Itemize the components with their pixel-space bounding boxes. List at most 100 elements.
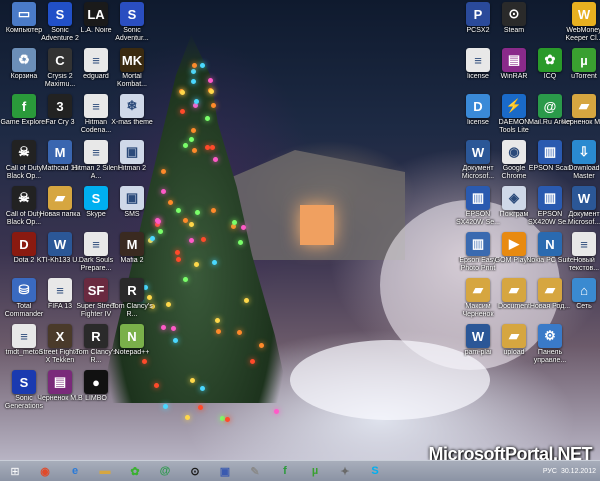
- tree-light: [182, 277, 188, 283]
- epson-photo-icon: ▥: [466, 232, 490, 256]
- tree-light: [215, 329, 221, 335]
- utorrent-icon: µ: [311, 465, 319, 477]
- tree-light: [209, 145, 215, 151]
- mailru-icon: @: [159, 465, 171, 477]
- game-explorer-taskbar[interactable]: f: [272, 463, 298, 479]
- taskbar: ⊞ ◉ e ▬ ✿ @ ⊙ ▣ ✎ f µ ✦ S РУС 30.12.2012: [0, 460, 600, 481]
- keyboard-language[interactable]: РУС: [543, 468, 557, 475]
- shortcut-label: X-mas theme: [111, 119, 153, 126]
- shortcut-label: Новый текстов...: [568, 257, 600, 272]
- document-icon: ≡: [84, 232, 108, 256]
- desktop-shortcut[interactable]: ⚙ Панель управле...: [526, 324, 574, 365]
- explorer-taskbar[interactable]: ▬: [92, 463, 118, 479]
- desktop-shortcut[interactable]: ⊙ Steam: [490, 2, 538, 35]
- desktop-shortcut[interactable]: ❄ X-mas theme: [108, 94, 156, 127]
- tree-light: [212, 157, 218, 163]
- desktop-shortcut[interactable]: MK Mortal Kombat...: [108, 48, 156, 89]
- folder-icon: ▰: [502, 324, 526, 348]
- tree-light: [224, 416, 230, 422]
- shortcut-label: Steam: [503, 27, 525, 34]
- cod-icon: ☠: [12, 186, 36, 210]
- desktop-shortcut[interactable]: ▣ SMS: [108, 186, 156, 219]
- icq-icon: ✿: [538, 48, 562, 72]
- shortcut-label: Панель управле...: [533, 349, 567, 364]
- word-icon: W: [466, 140, 490, 164]
- skype-taskbar[interactable]: S: [362, 463, 388, 479]
- skype-icon: S: [371, 465, 379, 477]
- desktop-shortcut[interactable]: ≡ Новый текстов...: [560, 232, 600, 273]
- tray-date[interactable]: 30.12.2012: [561, 468, 596, 475]
- sonic-icon: S: [48, 2, 72, 26]
- gear-icon: ✦: [340, 465, 350, 478]
- desktop-shortcut[interactable]: M Mafia 2: [108, 232, 156, 265]
- document-icon: ≡: [84, 94, 108, 118]
- mathcad-icon: M: [48, 140, 72, 164]
- tool-taskbar[interactable]: ✎: [242, 463, 268, 479]
- tree-light: [201, 236, 207, 242]
- ie-taskbar[interactable]: e: [62, 463, 88, 479]
- tree-light: [211, 103, 217, 109]
- document-icon: ≡: [572, 232, 596, 256]
- shortcut-label: uTorrent: [571, 73, 597, 80]
- desktop-shortcut[interactable]: ⇩ Download Master: [560, 140, 600, 181]
- shortcut-label: WebMoney Keeper Cl...: [565, 27, 600, 42]
- winrar-icon: ▤: [48, 370, 72, 394]
- shortcut-label: Сеть: [576, 303, 592, 310]
- desktop-shortcut[interactable]: ● LIMBO: [72, 370, 120, 403]
- tree-light: [141, 358, 147, 364]
- tree-light: [193, 261, 199, 267]
- desktop-shortcut[interactable]: S Sonic Adventur...: [108, 2, 156, 43]
- tree-light: [190, 128, 196, 134]
- recycle-bin-icon: ♻: [12, 48, 36, 72]
- utorrent-taskbar[interactable]: µ: [302, 463, 328, 479]
- start-button[interactable]: ⊞: [2, 463, 28, 479]
- folder-icon: ▰: [48, 186, 72, 210]
- rainmeter-taskbar[interactable]: ✦: [332, 463, 358, 479]
- crysis-icon: C: [48, 48, 72, 72]
- steam-icon: ⊙: [502, 2, 526, 26]
- limbo-icon: ●: [84, 370, 108, 394]
- tree-light: [175, 256, 181, 262]
- shortcut-label: Download Master: [568, 165, 600, 180]
- desktop-shortcut[interactable]: µ uTorrent: [560, 48, 600, 81]
- tree-light: [192, 62, 198, 68]
- steam-taskbar[interactable]: ⊙: [182, 463, 208, 479]
- ie-icon: e: [71, 465, 79, 477]
- network-icon: ⌂: [572, 278, 596, 302]
- mailru-taskbar[interactable]: @: [152, 463, 178, 479]
- tree-light: [182, 142, 188, 148]
- icq-taskbar[interactable]: ✿: [122, 463, 148, 479]
- nokia-icon: N: [538, 232, 562, 256]
- desktop-shortcut[interactable]: W Документ Microsof...: [560, 186, 600, 227]
- shortcut-label: Sonic Adventur...: [115, 27, 149, 42]
- tree-light: [209, 88, 215, 94]
- street-fighter-icon: SF: [84, 278, 108, 302]
- epson-icon: ▥: [466, 186, 490, 210]
- folder-icon: ▰: [466, 278, 490, 302]
- desktop-shortcut[interactable]: N Notepad++: [108, 324, 156, 357]
- gamepad-icon: ◈: [502, 186, 526, 210]
- chrome-taskbar[interactable]: ◉: [32, 463, 58, 479]
- folder-icon: ▰: [572, 94, 596, 118]
- document-icon: ≡: [48, 278, 72, 302]
- save-taskbar[interactable]: ▣: [212, 463, 238, 479]
- desktop-shortcut[interactable]: ⌂ Сеть: [560, 278, 600, 311]
- dota-icon: D: [12, 232, 36, 256]
- desktop-shortcut[interactable]: R Tom Clancy's R...: [108, 278, 156, 319]
- epson-icon: ▥: [538, 186, 562, 210]
- shortcut-label: Mortal Kombat...: [117, 73, 147, 88]
- tree-light: [190, 68, 196, 74]
- chrome-icon: ◉: [40, 465, 50, 478]
- shortcut-label: LIMBO: [85, 395, 107, 402]
- desktop-shortcut[interactable]: ▣ Hitman 2: [108, 140, 156, 173]
- desktop-shortcut[interactable]: ▰Черненок М.В: [560, 94, 600, 127]
- floppy-icon: ▣: [219, 465, 231, 478]
- desktop-shortcut[interactable]: W WebMoney Keeper Cl...: [560, 2, 600, 43]
- folder-icon: ▰: [538, 278, 562, 302]
- rainbow-icon: R: [120, 278, 144, 302]
- mafia-icon: M: [120, 232, 144, 256]
- shortcut-label: Hitman 2: [117, 165, 146, 172]
- tree-light: [191, 78, 197, 84]
- window-icon: ▣: [120, 140, 144, 164]
- tree-light: [207, 78, 213, 84]
